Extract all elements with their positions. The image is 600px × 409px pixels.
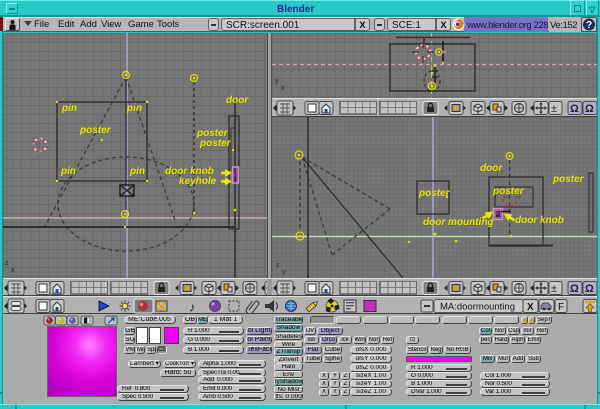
svg-text:♪: ♪ [189, 300, 196, 315]
svg-text:Ω: Ω [585, 283, 594, 295]
svg-text:MA:doormounting: MA:doormounting [440, 302, 515, 313]
svg-text:y: y [275, 78, 279, 85]
svg-text:Ω: Ω [570, 283, 579, 295]
svg-text:z: z [5, 260, 9, 267]
svg-text:X: X [527, 302, 534, 313]
svg-text:±: ± [551, 103, 557, 115]
svg-text:?: ? [586, 20, 592, 31]
svg-text:F: F [558, 302, 564, 313]
svg-text:Ω: Ω [570, 103, 579, 115]
svg-text:Ω: Ω [585, 103, 594, 115]
svg-text:±: ± [551, 283, 557, 295]
svg-text:x: x [281, 85, 285, 92]
svg-text:x: x [11, 267, 15, 274]
svg-text:y: y [282, 269, 286, 276]
svg-text:z: z [276, 262, 280, 269]
